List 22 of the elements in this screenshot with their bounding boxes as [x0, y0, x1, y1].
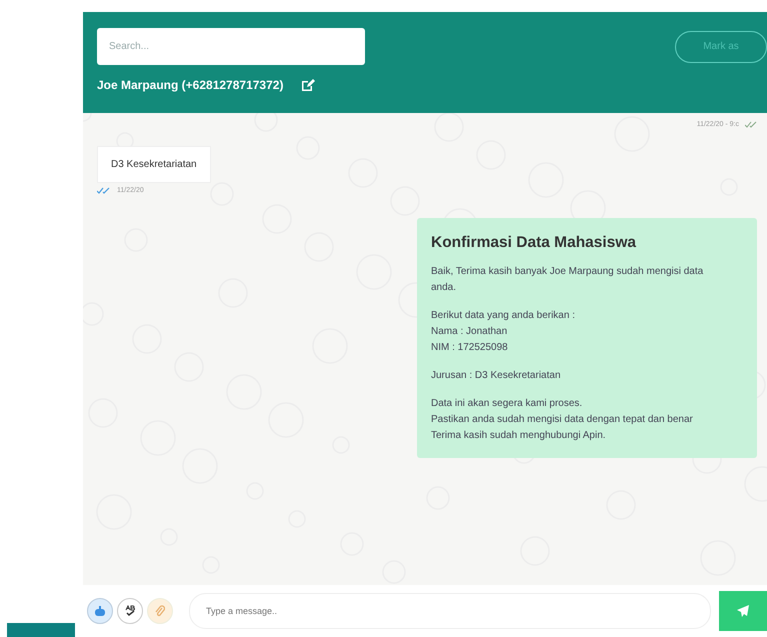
send-button[interactable] [719, 591, 767, 631]
message-text: Jurusan : D3 Kesekretariatan [431, 369, 562, 383]
spellcheck-icon [124, 605, 136, 617]
message-title: Konfirmasi Data Mahasiswa [431, 234, 638, 252]
edit-icon[interactable] [301, 78, 316, 92]
paperclip-icon [155, 605, 165, 617]
message-text: Nama : Jonathan [431, 325, 508, 339]
send-icon [736, 604, 750, 618]
message-text: Baik, Terima kasih banyak Joe Marpaung sudah mengisi data anda. [431, 265, 704, 295]
spellcheck-button[interactable] [117, 598, 143, 624]
message-text: D3 Kesekretariatan [111, 159, 197, 170]
message-text: Berikut data yang anda berikan : [431, 309, 576, 323]
sidebar-strip [7, 623, 75, 637]
message-text: Terima kasih sudah menghubungi Apin. [431, 429, 607, 443]
message-field[interactable]: Type a message.. [189, 593, 711, 629]
search-field[interactable]: Search... [97, 28, 365, 65]
message-text: Data ini akan segera kami proses. [431, 397, 584, 411]
robot-icon [94, 606, 106, 616]
message-text: NIM : 172525098 [431, 341, 509, 355]
mark-as-button[interactable]: Mark as [675, 30, 767, 62]
contact-name: Joe Marpaung (+6281278717372) [97, 78, 284, 92]
message-text: Pastikan anda sudah mengisi data dengan tepat dan benar [431, 413, 694, 427]
